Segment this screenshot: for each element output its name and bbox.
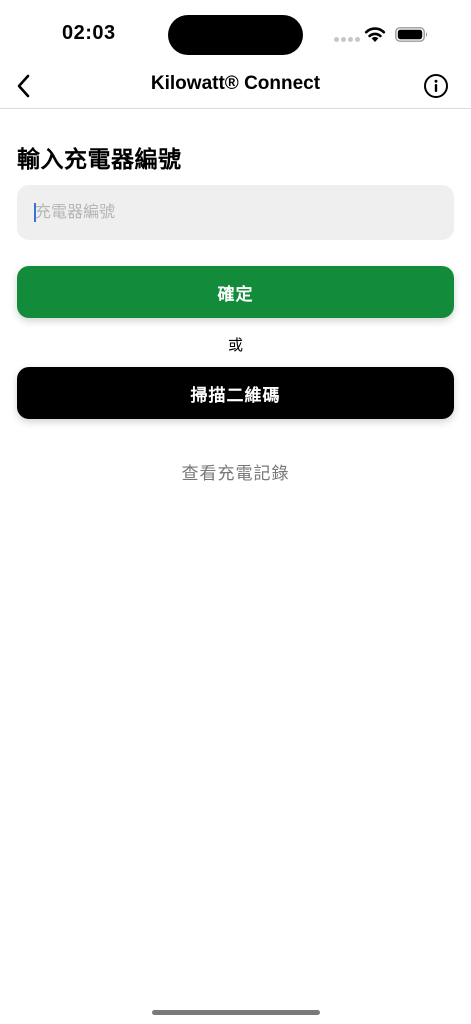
nav-bar: Kilowatt® Connect <box>0 64 471 109</box>
confirm-button[interactable]: 確定 <box>17 266 454 318</box>
wifi-icon <box>364 27 386 42</box>
nav-title: Kilowatt® Connect <box>150 73 321 94</box>
signal-dots-icon <box>334 37 360 43</box>
text-caret <box>34 203 36 222</box>
charger-number-input[interactable] <box>17 185 454 240</box>
status-time: 02:03 <box>62 22 116 44</box>
section-heading: 輸入充電器編號 <box>17 146 182 172</box>
scan-qr-button[interactable]: 掃描二維碼 <box>17 367 454 419</box>
battery-icon <box>395 27 428 42</box>
or-divider: 或 <box>227 337 243 354</box>
view-charging-history-link[interactable]: 查看充電記錄 <box>0 459 471 484</box>
status-bar: 02:03 <box>0 0 471 64</box>
home-indicator <box>152 1010 320 1015</box>
dynamic-island <box>168 15 303 55</box>
info-circle-icon <box>424 74 448 98</box>
info-button[interactable] <box>420 70 452 102</box>
